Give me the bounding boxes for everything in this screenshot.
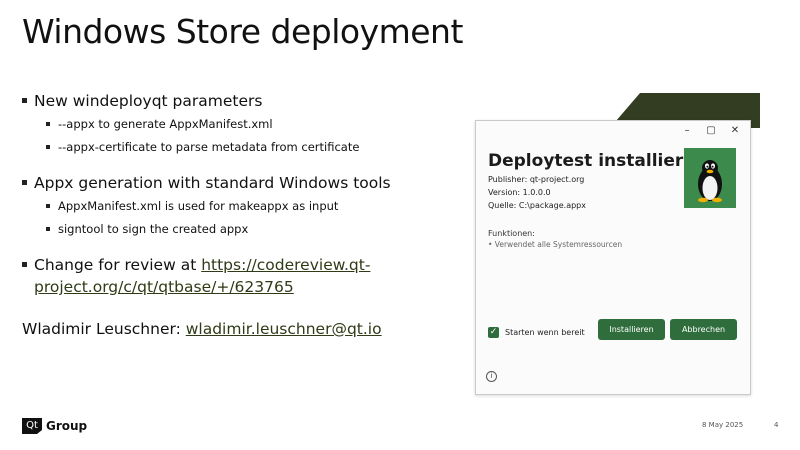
bullet-review: Change for review at https://codereview.… (22, 254, 452, 298)
author-line: Wladimir Leuschner: wladimir.leuschner@q… (22, 318, 452, 340)
slide-date: 8 May 2025 (702, 421, 744, 429)
maximize-icon[interactable]: ▢ (704, 125, 718, 136)
checkbox-label: Starten wenn bereit (505, 328, 585, 337)
author-email-link[interactable]: wladimir.leuschner@qt.io (186, 320, 382, 338)
sub-bullet-signtool: signtool to sign the created appx (46, 219, 452, 240)
sub-bullet-appx: --appx to generate AppxManifest.xml (46, 114, 452, 135)
author-name: Wladimir Leuschner: (22, 320, 186, 338)
info-icon[interactable]: i (486, 371, 497, 382)
tux-penguin-icon (698, 160, 722, 203)
sub-bullet-makeappx: AppxManifest.xml is used for makeappx as… (46, 196, 452, 217)
features-heading: Funktionen: (488, 229, 535, 238)
review-prefix: Change for review at (34, 256, 202, 274)
slide-content: New windeployqt parameters --appx to gen… (22, 90, 452, 340)
sub-bullet-appx-certificate: --appx-certificate to parse metadata fro… (46, 137, 452, 158)
publisher-text: Publisher: qt-project.org (488, 175, 585, 184)
minimize-icon[interactable]: – (680, 125, 694, 136)
install-dialog: – ▢ ✕ Deploytest installieren? Publisher… (475, 120, 751, 395)
version-text: Version: 1.0.0.0 (488, 188, 551, 197)
source-text: Quelle: C:\package.appx (488, 201, 586, 210)
qt-logo-mark: Qt (22, 418, 42, 434)
slide-title: Windows Store deployment (22, 12, 463, 51)
cancel-button[interactable]: Abbrechen (670, 319, 737, 340)
app-info: Publisher: qt-project.org Version: 1.0.0… (488, 173, 586, 212)
bullet-windeployqt: New windeployqt parameters (22, 90, 452, 112)
bullet-appx-generation: Appx generation with standard Windows to… (22, 172, 452, 194)
dialog-title: Deploytest installieren? (488, 151, 717, 171)
start-when-ready-checkbox[interactable]: ✓ (488, 327, 499, 338)
logo-text: Group (46, 419, 88, 433)
features-item: • Verwendet alle Systemressourcen (488, 240, 623, 249)
page-number: 4 (774, 421, 779, 429)
app-logo (684, 148, 736, 208)
close-icon[interactable]: ✕ (728, 125, 742, 136)
install-button[interactable]: Installieren (598, 319, 665, 340)
